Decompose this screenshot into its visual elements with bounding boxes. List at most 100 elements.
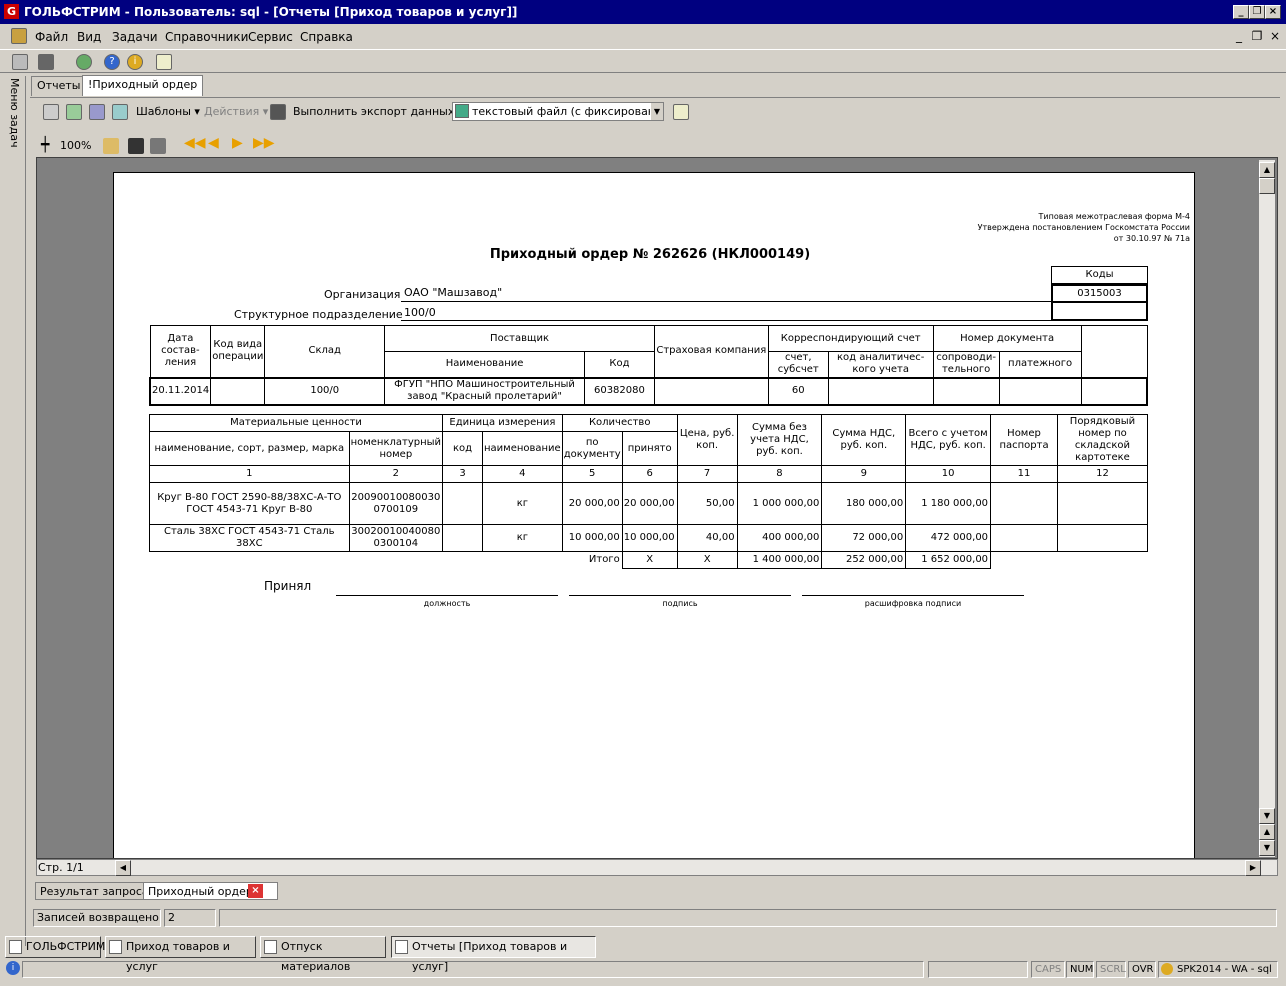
print-icon[interactable]	[150, 138, 166, 154]
close-button[interactable]: ×	[1265, 5, 1281, 19]
tab-receipt-order-label: Приходный ордер	[148, 885, 253, 898]
cell-qty-doc: 10 000,00	[561, 524, 623, 552]
tab-reports[interactable]: Отчеты	[31, 76, 87, 96]
cell-qty-acc: 10 000,00	[621, 524, 678, 552]
h2-mat-name: наименование, сорт, размер, марка	[149, 431, 350, 466]
tab-receipt-order[interactable]: !Приходный ордер	[82, 75, 204, 96]
colnum: 7	[676, 465, 738, 483]
report-icon-3[interactable]	[112, 104, 128, 120]
report-icon-1[interactable]	[66, 104, 82, 120]
scroll-thumb[interactable]	[1259, 178, 1275, 194]
menu-view[interactable]: Вид	[77, 30, 101, 44]
close-tab-icon[interactable]: ×	[248, 884, 263, 898]
status-empty	[219, 909, 1277, 927]
last-page-icon[interactable]: ▶▶	[253, 135, 275, 151]
first-page-icon[interactable]: ◀◀	[184, 135, 206, 151]
refresh-icon[interactable]	[76, 54, 92, 70]
r1-corr-anal	[827, 377, 934, 405]
taskbar-golfstream[interactable]: ГОЛЬФСТРИМ	[5, 936, 105, 958]
menu-file[interactable]: Файл	[35, 30, 68, 44]
vertical-scrollbar[interactable]: ▲ ▼ ▲ ▼	[1259, 160, 1275, 857]
scroll-right-icon[interactable]: ▶	[1245, 860, 1261, 876]
report-viewer[interactable]: Типовая межотраслевая форма М-4 Утвержде…	[36, 157, 1278, 859]
menu-directories[interactable]: Справочники	[165, 30, 248, 44]
task-pane-label[interactable]: Меню задач	[8, 78, 21, 148]
window-title: ГОЛЬФСТРИМ - Пользователь: sql - [Отчеты…	[24, 5, 518, 19]
received-label: Принял	[264, 579, 312, 593]
scroll-up-icon[interactable]: ▲	[1259, 162, 1275, 178]
next-page-icon[interactable]: ▶	[232, 135, 243, 151]
report-icon-2[interactable]	[89, 104, 105, 120]
preview-icon[interactable]	[43, 104, 59, 120]
menu-help[interactable]: Справка	[300, 30, 353, 44]
prev-page-icon[interactable]: ◀	[208, 135, 219, 151]
print-menu-icon[interactable]	[38, 54, 54, 70]
taskbar-issue[interactable]: Отпуск материалов	[260, 936, 386, 973]
cell-card	[1056, 482, 1149, 525]
h2-unit-name: наименование	[481, 431, 563, 466]
templates-menu[interactable]: Шаблоны ▾	[136, 105, 200, 118]
h-extra	[1080, 325, 1148, 378]
tab-query-result[interactable]: Результат запроса	[35, 882, 154, 900]
menu-service[interactable]: Сервис	[248, 30, 293, 44]
open-icon[interactable]	[103, 138, 119, 154]
form-note-line-3: от 30.10.97 № 71а	[1113, 234, 1190, 243]
status-message	[22, 961, 924, 978]
taskbar-reports[interactable]: Отчеты [Приход товаров и услуг]	[391, 936, 596, 973]
menu-bar: Файл Вид Задачи Справочники Сервис Справ…	[0, 26, 1286, 48]
horizontal-scrollbar[interactable]: Стр. 1/1 ◀ ▶	[36, 859, 1278, 876]
help-icon[interactable]: ?	[104, 54, 120, 70]
h2-card: Порядковый номер по складской картотеке	[1056, 414, 1149, 466]
scrl-indicator: SCRL	[1096, 961, 1126, 978]
zoom-level[interactable]: 100%	[60, 139, 91, 152]
chevron-down-icon[interactable]: ▼	[651, 103, 663, 120]
colnum: 3	[442, 465, 483, 483]
scroll-left-icon[interactable]: ◀	[115, 860, 131, 876]
export-icon[interactable]	[270, 104, 286, 120]
info-status-icon: i	[6, 961, 20, 975]
actions-menu[interactable]: Действия ▾	[204, 105, 268, 118]
info-icon[interactable]: i	[127, 54, 143, 70]
total-vat: 252 000,00	[821, 551, 907, 569]
minimize-button[interactable]: _	[1233, 5, 1249, 19]
taskbar-receipt[interactable]: Приход товаров и услуг	[105, 936, 256, 973]
h2-passport: Номер паспорта	[990, 414, 1058, 466]
decode-caption: расшифровка подписи	[864, 599, 962, 608]
close-report-icon[interactable]	[673, 104, 689, 120]
mdi-restore-button[interactable]: ❐	[1250, 29, 1264, 43]
h2-unit-code: код	[442, 431, 483, 466]
restore-button[interactable]: ❐	[1249, 5, 1265, 19]
decode-line	[802, 595, 1024, 596]
records-value: 2	[164, 909, 216, 927]
scroll-prev-page-icon[interactable]: ▲	[1259, 824, 1275, 840]
zoom-icon[interactable]: ┿	[41, 137, 49, 153]
h-corr: Корреспондирующий счет	[767, 325, 934, 352]
task-pane[interactable]	[6, 76, 26, 946]
h2-vat: Сумма НДС, руб. коп.	[821, 414, 907, 466]
tasks-icon[interactable]	[12, 54, 28, 70]
table-row: Сталь 38ХС ГОСТ 4543-71 Сталь 38ХС 30020…	[149, 524, 1149, 552]
cell-qty-doc: 20 000,00	[561, 482, 623, 525]
exit-icon[interactable]	[156, 54, 172, 70]
app-icon	[9, 940, 22, 954]
mdi-close-button[interactable]: ×	[1268, 29, 1282, 43]
scroll-next-page-icon[interactable]: ▼	[1259, 840, 1275, 856]
codes-header: Коды	[1051, 266, 1148, 284]
document-icon	[395, 940, 408, 954]
org-label: Организация	[324, 288, 401, 301]
app-menu-icon[interactable]	[11, 28, 27, 44]
dept-label: Структурное подразделение	[234, 308, 403, 321]
total-price: X	[676, 551, 738, 569]
save-icon[interactable]	[128, 138, 144, 154]
colnum: 1	[149, 465, 350, 483]
header-table: Дата состав-ления Код вида операции Скла…	[149, 325, 1148, 406]
cell-passport	[990, 524, 1058, 552]
mdi-minimize-button[interactable]: _	[1232, 29, 1246, 43]
signature-line	[569, 595, 791, 596]
document-icon	[109, 940, 122, 954]
cell-unit-name: кг	[481, 482, 563, 525]
r1-corr-acc: 60	[767, 377, 829, 405]
export-format-select[interactable]: текстовый файл (с фиксированным ▼	[452, 102, 664, 121]
scroll-down-icon[interactable]: ▼	[1259, 808, 1275, 824]
menu-tasks[interactable]: Задачи	[112, 30, 158, 44]
